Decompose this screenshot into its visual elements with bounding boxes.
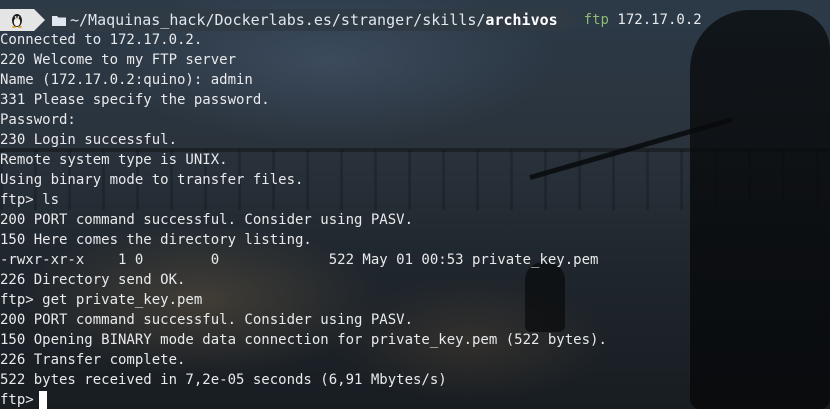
output-line: 220 Welcome to my FTP server	[0, 52, 237, 68]
text-cursor	[38, 390, 47, 409]
terminal-window[interactable]: ~/Maquinas_hack/Dockerlabs.es/stranger/s…	[0, 0, 830, 409]
output-line: 200 PORT command successful. Consider us…	[0, 212, 414, 228]
output-line: Connected to 172.17.0.2.	[0, 32, 203, 48]
output-line: 230 Login successful.	[0, 132, 178, 148]
output-line: 226 Transfer complete.	[0, 352, 186, 368]
path-prefix: ~/Maquinas_hack/Dockerlabs.es/stranger/s…	[70, 11, 486, 29]
output-line: 200 PORT command successful. Consider us…	[0, 312, 414, 328]
command-line: ftp 172.17.0.2	[584, 12, 702, 28]
output-line: 150 Opening BINARY mode data connection …	[0, 332, 607, 348]
background-figure	[690, 10, 830, 409]
ftp-prompt: ftp>	[0, 392, 34, 408]
output-line: 150 Here comes the directory listing.	[0, 232, 312, 248]
path-segment: ~/Maquinas_hack/Dockerlabs.es/stranger/s…	[34, 9, 577, 31]
command-argument: 172.17.0.2	[617, 12, 702, 28]
linux-tux-icon	[12, 14, 22, 28]
active-prompt-line[interactable]: ftp>	[0, 390, 47, 409]
output-line: ftp> ls	[0, 192, 60, 208]
os-segment	[0, 9, 45, 31]
command-name: ftp	[583, 12, 609, 28]
output-line: 522 bytes received in 7,2e-05 seconds (6…	[0, 372, 447, 388]
output-line: Remote system type is UNIX.	[0, 152, 228, 168]
prompt-bar: ~/Maquinas_hack/Dockerlabs.es/stranger/s…	[0, 9, 702, 31]
output-line: Password:	[0, 112, 76, 128]
output-line: Name (172.17.0.2:quino): admin	[0, 72, 253, 88]
output-line: 226 Directory send OK.	[0, 272, 186, 288]
path-current-dir: archivos	[485, 11, 558, 29]
output-line: ftp> get private_key.pem	[0, 292, 203, 308]
output-line: -rwxr-xr-x 1 0 0 522 May 01 00:53 privat…	[0, 252, 599, 268]
output-line: 331 Please specify the password.	[0, 92, 270, 108]
terminal-output: Connected to 172.17.0.2. 220 Welcome to …	[0, 30, 607, 390]
folder-icon	[52, 15, 66, 26]
output-line: Using binary mode to transfer files.	[0, 172, 304, 188]
